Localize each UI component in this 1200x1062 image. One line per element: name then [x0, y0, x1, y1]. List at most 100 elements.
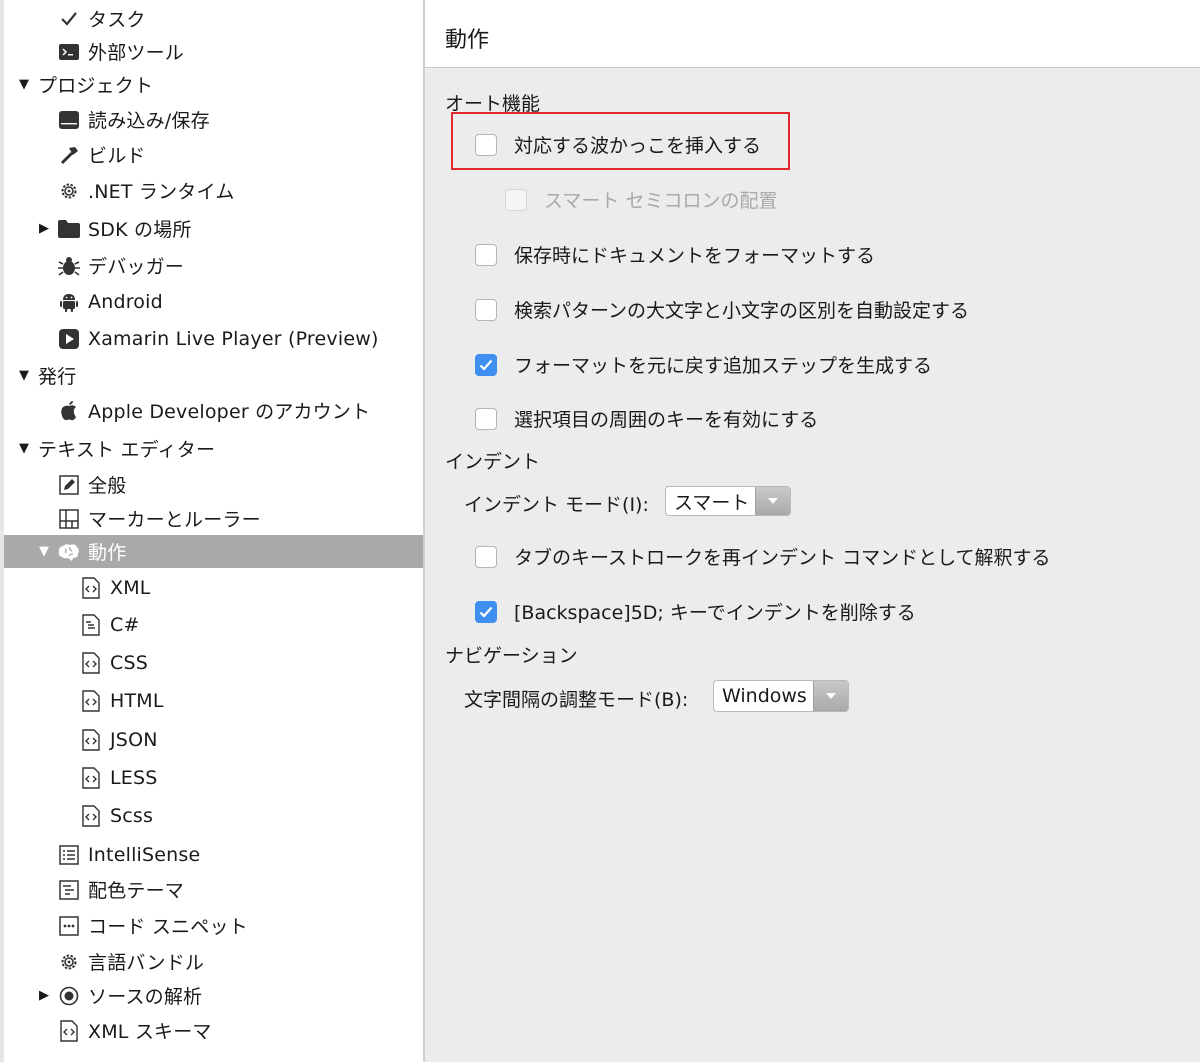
chevron-down-icon [755, 487, 791, 515]
sidebar-item[interactable]: 読み込み/保存 [4, 103, 424, 136]
smart-semicolon-label: スマート セミコロンの配置 [544, 190, 778, 212]
sidebar-item[interactable]: 全般 [4, 468, 424, 501]
sidebar-item[interactable]: ▼ 発行 [4, 359, 424, 392]
sidebar-item-label: コード スニペット [88, 916, 248, 938]
sidebar-item-label: タスク [88, 9, 146, 31]
word-break-mode-select[interactable]: Windows [713, 680, 849, 712]
highlight-annotation-box [451, 112, 790, 170]
expanded-triangle-icon[interactable]: ▼ [36, 544, 52, 559]
code-file-icon [80, 651, 102, 674]
format-on-save-option[interactable]: 保存時にドキュメントをフォーマットする [475, 241, 875, 268]
collapsed-triangle-icon[interactable]: ▶ [36, 221, 52, 236]
surround-keys-checkbox[interactable] [475, 407, 497, 430]
sidebar-item[interactable]: タスク [4, 2, 424, 35]
collapsed-triangle-icon[interactable]: ▶ [36, 988, 52, 1003]
snippet-icon [58, 915, 80, 937]
sidebar-item-label: C# [110, 613, 140, 636]
sidebar-item-label: SDK の場所 [88, 219, 192, 241]
code-file-icon [80, 689, 102, 712]
sidebar-item-label: JSON [110, 728, 158, 751]
code-file-icon [80, 576, 102, 599]
sidebar-item-label: CSS [110, 651, 148, 674]
sidebar-item[interactable]: Xamarin Live Player (Preview) [4, 322, 424, 355]
search-case-option[interactable]: 検索パターンの大文字と小文字の区別を自動設定する [475, 296, 969, 323]
surround-keys-label: 選択項目の周囲のキーを有効にする [514, 409, 819, 431]
sidebar-item-label: デバッガー [88, 256, 185, 278]
tab-reindent-label: タブのキーストロークを再インデント コマンドとして解釈する [514, 547, 1051, 569]
pencil-icon [58, 474, 80, 496]
undo-step-label: フォーマットを元に戻す追加ステップを生成する [514, 355, 933, 377]
sidebar-item[interactable]: 言語バンドル [4, 945, 424, 978]
sidebar-item[interactable]: XML [4, 571, 424, 604]
format-on-save-checkbox[interactable] [475, 243, 497, 266]
sidebar-item[interactable]: Scss [4, 799, 424, 832]
sidebar-item-label: HTML [110, 689, 164, 712]
expanded-triangle-icon[interactable]: ▼ [16, 77, 32, 92]
sidebar-item[interactable]: 外部ツール [4, 35, 424, 68]
sidebar-item-label: 配色テーマ [88, 880, 185, 902]
folder-icon [58, 218, 80, 240]
sidebar-item-label: XML [110, 576, 151, 599]
indent-mode-select[interactable]: スマート [665, 486, 792, 516]
sidebar-item-label: Scss [110, 804, 154, 827]
panel-header: 動作 [425, 0, 1200, 68]
sidebar-item[interactable]: ▼ テキスト エディター [4, 432, 424, 465]
smart-semicolon-checkbox[interactable] [505, 188, 527, 211]
sidebar-item[interactable]: ビルド [4, 138, 424, 171]
sidebar-item[interactable]: Android [4, 285, 424, 318]
sidebar-item[interactable]: ▶ SDK の場所 [4, 212, 424, 245]
expanded-triangle-icon[interactable]: ▼ [16, 441, 32, 456]
sidebar-item[interactable]: HTML [4, 684, 424, 717]
gear-icon [58, 180, 80, 202]
sidebar-item[interactable]: CSS [4, 646, 424, 679]
undo-step-option[interactable]: フォーマットを元に戻す追加ステップを生成する [475, 351, 932, 378]
brain-icon [58, 541, 80, 563]
search-case-label: 検索パターンの大文字と小文字の区別を自動設定する [514, 300, 970, 322]
sidebar-item-label: LESS [110, 766, 158, 789]
sidebar-item-label: .NET ランタイム [88, 181, 235, 203]
sidebar-item-label: マーカーとルーラー [88, 509, 261, 531]
play-icon [58, 328, 80, 350]
sidebar-item-label: ソースの解析 [88, 986, 203, 1008]
tab-reindent-checkbox[interactable] [475, 545, 497, 568]
checkmark-icon [58, 8, 80, 30]
sidebar-item-label: プロジェクト [38, 75, 154, 97]
backspace-unindent-option[interactable]: [Backspace]5D; キーでインデントを削除する [475, 598, 916, 625]
list-icon [58, 844, 80, 866]
sidebar-item[interactable]: 配色テーマ [4, 873, 424, 906]
sidebar-item[interactable]: デバッガー [4, 249, 424, 282]
sidebar-item[interactable]: ▶ ソースの解析 [4, 979, 424, 1012]
section-title-indent: インデント [445, 451, 541, 473]
smart-semicolon-option[interactable]: スマート セミコロンの配置 [505, 186, 777, 213]
sidebar-item[interactable]: .NET ランタイム [4, 174, 424, 207]
sidebar-item[interactable]: ▼ プロジェクト [4, 68, 424, 101]
sidebar-item-label: 全般 [88, 475, 127, 497]
tab-reindent-option[interactable]: タブのキーストロークを再インデント コマンドとして解釈する [475, 543, 1051, 570]
sidebar-item-label: IntelliSense [88, 843, 201, 866]
expanded-triangle-icon[interactable]: ▼ [16, 368, 32, 383]
sidebar-item[interactable]: コード スニペット [4, 909, 424, 942]
sidebar-item[interactable]: IntelliSense [4, 838, 424, 871]
sidebar-item[interactable]: C# [4, 608, 424, 641]
radio-icon [58, 985, 80, 1007]
code-file-icon [80, 766, 102, 789]
code-file-icon [58, 1019, 80, 1042]
sidebar-item[interactable]: JSON [4, 723, 424, 756]
sidebar-item[interactable]: マーカーとルーラー [4, 502, 424, 535]
undo-step-checkbox[interactable] [475, 353, 497, 376]
search-case-checkbox[interactable] [475, 298, 497, 321]
chevron-down-icon [812, 681, 848, 711]
terminal-icon [58, 41, 80, 63]
sidebar-item[interactable]: XML スキーマ [4, 1014, 424, 1047]
sidebar-item[interactable]: Apple Developer のアカウント [4, 394, 424, 427]
sidebar-item-label: XML スキーマ [88, 1021, 212, 1043]
section-title-navigation: ナビゲーション [445, 645, 578, 667]
apple-icon [58, 400, 80, 422]
sidebar-item[interactable]: LESS [4, 761, 424, 794]
sidebar-item-label: 言語バンドル [88, 952, 205, 974]
backspace-unindent-checkbox[interactable] [475, 600, 497, 623]
sidebar-item-label: 発行 [38, 366, 77, 388]
surround-keys-option[interactable]: 選択項目の周囲のキーを有効にする [475, 405, 818, 432]
sidebar-item-label: 動作 [88, 542, 127, 564]
sidebar-item[interactable]: ▼ 動作 [4, 535, 424, 568]
